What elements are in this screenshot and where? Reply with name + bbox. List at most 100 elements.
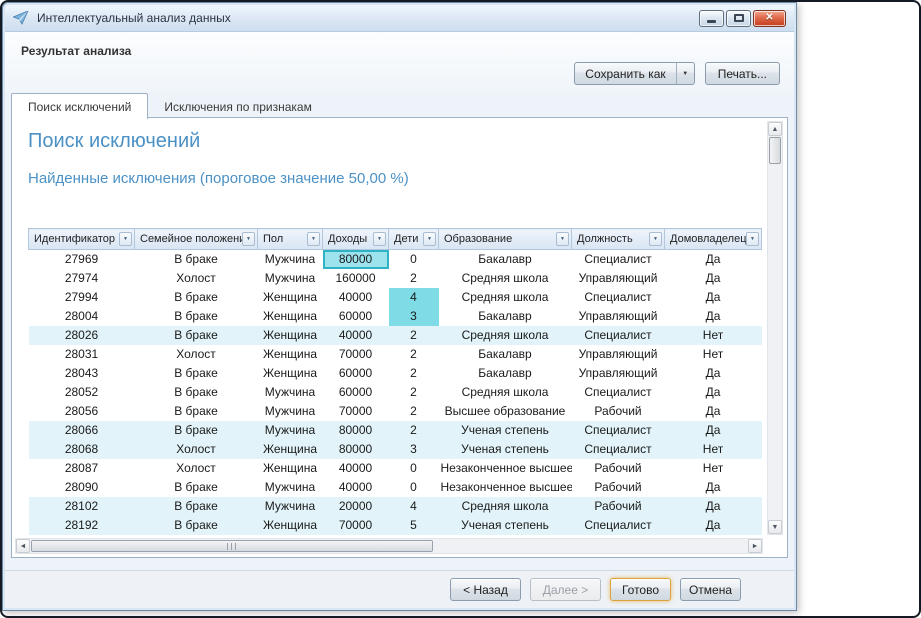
table-cell: 27969 — [29, 250, 135, 269]
table-header-row: Идентификатор▼Семейное положение▼Пол▼Дох… — [29, 229, 762, 250]
vertical-scrollbar[interactable]: ▲ ▼ — [767, 121, 783, 535]
table-row[interactable]: 28066В бракеМужчина800002Ученая степеньС… — [29, 421, 762, 440]
table-cell: 28192 — [29, 516, 135, 535]
vertical-scroll-thumb[interactable] — [769, 137, 781, 164]
back-button[interactable]: < Назад — [450, 578, 521, 601]
table-row[interactable]: 28102В бракеМужчина200004Средняя школаРа… — [29, 497, 762, 516]
save-as-button[interactable]: Сохранить как ▼ — [574, 62, 694, 85]
minimize-icon — [707, 20, 716, 23]
table-cell: Да — [665, 421, 762, 440]
scroll-down-icon: ▼ — [772, 524, 779, 531]
scroll-left-button[interactable]: ◄ — [16, 539, 30, 553]
table-cell: Ученая степень — [439, 440, 572, 459]
table-row[interactable]: 28087ХолостЖенщина400000Незаконченное вы… — [29, 459, 762, 478]
scroll-up-button[interactable]: ▲ — [768, 122, 782, 136]
header-actions: Сохранить как ▼ Печать... — [574, 62, 780, 85]
table-row[interactable]: 28056В бракеМужчина700002Высшее образова… — [29, 402, 762, 421]
table-row[interactable]: 28043В бракеЖенщина600002БакалаврУправля… — [29, 364, 762, 383]
column-filter-button[interactable]: ▼ — [423, 232, 436, 246]
column-filter-button[interactable]: ▼ — [649, 232, 662, 246]
table-cell: В браке — [135, 516, 258, 535]
tab-label: Исключения по признакам — [164, 100, 311, 114]
column-header-label: Образование — [444, 233, 512, 245]
scroll-thumb-grip — [227, 543, 237, 550]
close-button[interactable]: ✕ — [753, 10, 786, 27]
table-body: 27969В бракеМужчина800000БакалаврСпециал… — [29, 250, 762, 535]
column-header-3: Доходы▼ — [323, 229, 389, 250]
table-cell: 40000 — [323, 288, 389, 307]
minimize-button[interactable] — [699, 10, 724, 27]
table-cell: Управляющий — [572, 269, 665, 288]
column-filter-button[interactable]: ▼ — [556, 232, 569, 246]
outlier-cell: 4 — [389, 288, 439, 307]
table-row[interactable]: 27969В бракеМужчина800000БакалаврСпециал… — [29, 250, 762, 269]
column-filter-button[interactable]: ▼ — [242, 232, 255, 246]
table-cell: Средняя школа — [439, 383, 572, 402]
table-cell: 60000 — [323, 383, 389, 402]
table-row[interactable]: 28026В бракеЖенщина400002Средняя школаСп… — [29, 326, 762, 345]
table-cell: Мужчина — [258, 269, 323, 288]
table-cell: 0 — [389, 459, 439, 478]
table-cell: Мужчина — [258, 250, 323, 269]
table-cell: Мужчина — [258, 497, 323, 516]
tab-outliers-by-attribute[interactable]: Исключения по признакам — [148, 95, 327, 118]
table-row[interactable]: 28031ХолостЖенщина700002БакалаврУправляю… — [29, 345, 762, 364]
table-cell: Специалист — [572, 421, 665, 440]
table-cell: Мужчина — [258, 402, 323, 421]
save-as-label[interactable]: Сохранить как — [575, 63, 675, 84]
column-filter-button[interactable]: ▼ — [746, 232, 759, 246]
table-cell: Специалист — [572, 440, 665, 459]
column-filter-button[interactable]: ▼ — [119, 232, 132, 246]
table-cell: Специалист — [572, 383, 665, 402]
table-cell: Женщина — [258, 345, 323, 364]
chevron-down-icon: ▼ — [123, 237, 128, 242]
finish-button[interactable]: Готово — [610, 578, 671, 601]
table-cell: Рабочий — [572, 402, 665, 421]
cancel-button[interactable]: Отмена — [680, 578, 741, 601]
table-row[interactable]: 28068ХолостЖенщина800003Ученая степеньСп… — [29, 440, 762, 459]
table-cell: Мужчина — [258, 421, 323, 440]
table-cell: 70000 — [323, 402, 389, 421]
tab-label: Поиск исключений — [28, 100, 131, 114]
table-row[interactable]: 28192В бракеЖенщина700005Ученая степеньС… — [29, 516, 762, 535]
table-cell: Нет — [665, 326, 762, 345]
scroll-left-icon: ◄ — [20, 543, 27, 550]
save-as-dropdown-button[interactable]: ▼ — [676, 63, 694, 84]
table-cell: Управляющий — [572, 345, 665, 364]
column-filter-button[interactable]: ▼ — [307, 232, 320, 246]
table-cell: 70000 — [323, 516, 389, 535]
table-row[interactable]: 28052В бракеМужчина600002Средняя школаСп… — [29, 383, 762, 402]
table-cell: Женщина — [258, 307, 323, 326]
tabstrip: Поиск исключений Исключения по признакам — [11, 92, 788, 118]
outlier-cell: 3 — [389, 307, 439, 326]
table-cell: Ученая степень — [439, 516, 572, 535]
tab-outlier-search[interactable]: Поиск исключений — [11, 93, 148, 119]
table-cell: Да — [665, 288, 762, 307]
table-row[interactable]: 27974ХолостМужчина1600002Средняя школаУп… — [29, 269, 762, 288]
results-panel: Поиск исключений Найденные исключения (п… — [11, 117, 788, 558]
table-cell: Нет — [665, 345, 762, 364]
column-header-4: Дети▼ — [389, 229, 439, 250]
table-cell: Бакалавр — [439, 364, 572, 383]
scroll-up-icon: ▲ — [772, 126, 779, 133]
table-cell: В браке — [135, 421, 258, 440]
table-cell: 0 — [389, 250, 439, 269]
horizontal-scrollbar[interactable]: ◄ ► — [15, 538, 763, 554]
print-button[interactable]: Печать... — [705, 62, 780, 85]
scroll-down-button[interactable]: ▼ — [768, 520, 782, 534]
table-row[interactable]: 27994В бракеЖенщина400004Средняя школаСп… — [29, 288, 762, 307]
table-cell: Рабочий — [572, 478, 665, 497]
scroll-right-button[interactable]: ► — [748, 539, 762, 553]
screen-frame: Интеллектуальный анализ данных ✕ Результ… — [0, 0, 921, 618]
table-cell: Незаконченное высшее — [439, 459, 572, 478]
table-row[interactable]: 28004В бракеЖенщина600003БакалаврУправля… — [29, 307, 762, 326]
table-cell: Женщина — [258, 440, 323, 459]
table-cell: Да — [665, 478, 762, 497]
maximize-button[interactable] — [726, 10, 751, 27]
content-subheading: Найденные исключения (пороговое значение… — [28, 170, 409, 187]
column-filter-button[interactable]: ▼ — [373, 232, 386, 246]
table-row[interactable]: 28090В бракеМужчина400000Незаконченное в… — [29, 478, 762, 497]
titlebar[interactable]: Интеллектуальный анализ данных ✕ — [5, 5, 794, 32]
horizontal-scroll-thumb[interactable] — [31, 540, 433, 552]
table-cell: 2 — [389, 326, 439, 345]
